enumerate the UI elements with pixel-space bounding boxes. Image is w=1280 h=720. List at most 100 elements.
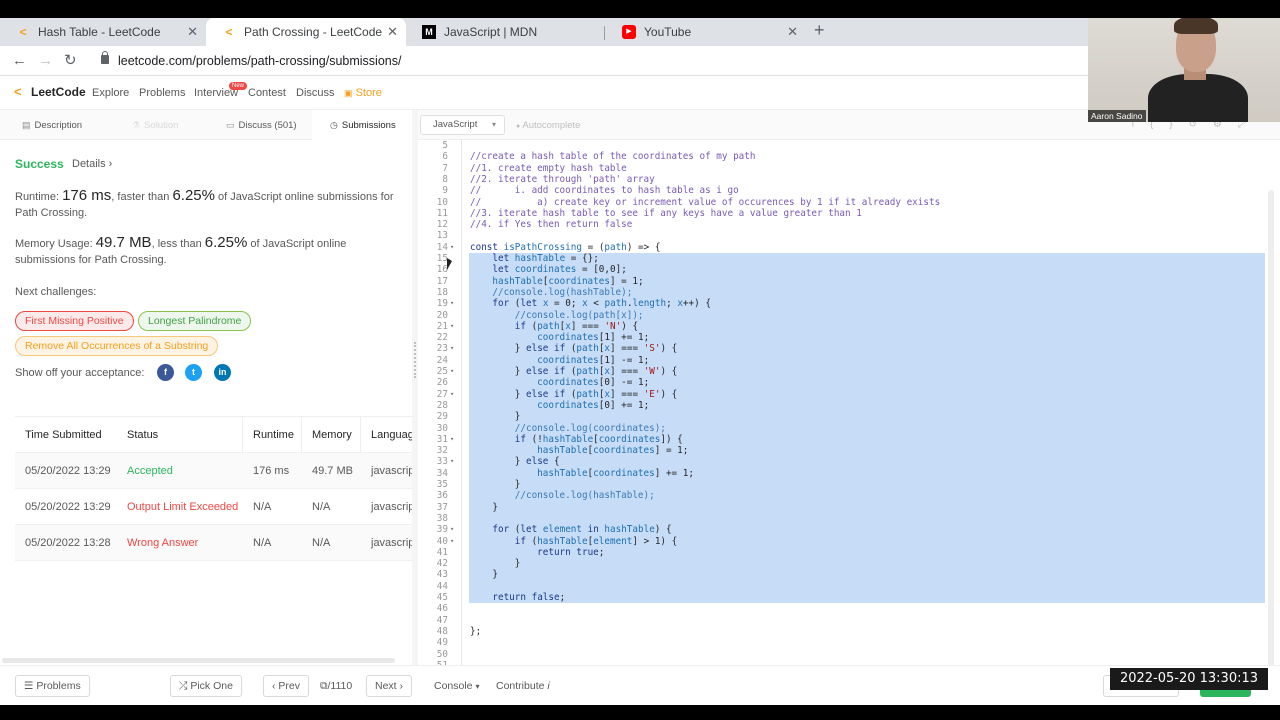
- tab-solution[interactable]: ⚗ Solution: [132, 120, 178, 131]
- header-language[interactable]: Languag: [371, 429, 414, 441]
- fold-arrow-icon[interactable]: ▾: [450, 321, 454, 332]
- fold-arrow-icon[interactable]: ▾: [450, 389, 454, 400]
- code-text: } else if (path[x] === 'S') {: [514, 343, 678, 355]
- lock-icon: [101, 51, 109, 64]
- fold-arrow-icon[interactable]: ▾: [450, 434, 454, 445]
- next-button[interactable]: Next ›: [366, 675, 413, 697]
- memory-label: Memory Usage:: [15, 238, 96, 250]
- tab-discuss[interactable]: ▭ Discuss (501): [226, 120, 297, 131]
- tab-title: JavaScript | MDN: [444, 25, 538, 39]
- nav-contest[interactable]: Contest: [248, 87, 286, 99]
- fold-arrow-icon[interactable]: ▾: [450, 536, 454, 547]
- store-icon: ▣: [344, 88, 353, 98]
- leetcode-logo[interactable]: < LeetCode: [14, 85, 86, 100]
- description-icon: ▤: [22, 120, 31, 130]
- autocomplete-icon: ●: [516, 123, 521, 130]
- prev-button[interactable]: ‹ Prev: [263, 675, 310, 697]
- fold-arrow-icon[interactable]: ▾: [450, 343, 454, 354]
- header-memory[interactable]: Memory: [312, 429, 352, 441]
- nav-problems[interactable]: Problems: [139, 87, 185, 99]
- table-row[interactable]: 05/20/2022 13:29 Accepted 176 ms 49.7 MB…: [15, 453, 414, 489]
- browser-tab-path-crossing[interactable]: < Path Crossing - LeetCode ✕: [206, 18, 406, 46]
- code-text: //2. iterate through 'path' array: [470, 173, 655, 185]
- header-status[interactable]: Status: [127, 429, 158, 441]
- prev-label: Prev: [278, 680, 301, 692]
- cell-status-link[interactable]: Wrong Answer: [127, 537, 198, 549]
- line-number: 41: [436, 546, 448, 558]
- header-runtime[interactable]: Runtime: [253, 429, 294, 441]
- code-line: 41 return true;: [418, 547, 1280, 558]
- nav-explore[interactable]: Explore: [92, 87, 129, 99]
- reload-icon[interactable]: ↻: [64, 52, 77, 70]
- code-line: 19 ▾ for (let x = 0; x < path.length; x++…: [418, 298, 1280, 309]
- details-link[interactable]: Details ›: [72, 158, 112, 170]
- contribute-link[interactable]: Contribute i: [496, 680, 550, 692]
- code-text: coordinates[1] += 1;: [537, 332, 650, 344]
- table-row[interactable]: 05/20/2022 13:28 Wrong Answer N/A N/A ja…: [15, 525, 414, 561]
- back-arrow-icon[interactable]: ←: [12, 52, 27, 70]
- tab-label: Description: [34, 120, 83, 131]
- code-area[interactable]: 5 6 //create a hash table of the coordinat…: [418, 140, 1280, 671]
- table-row[interactable]: 05/20/2022 13:29 Output Limit Exceeded N…: [15, 489, 414, 525]
- problem-counter: ⧉/1110: [320, 680, 352, 693]
- pick-one-button[interactable]: ⤮ Pick One: [170, 675, 242, 697]
- twitter-icon[interactable]: t: [185, 364, 202, 381]
- browser-tab-youtube[interactable]: ▶ YouTube ✕: [606, 18, 806, 46]
- problems-button[interactable]: ☰ Problems: [15, 675, 90, 697]
- code-line: 29 }: [418, 411, 1280, 422]
- line-number: 22: [436, 332, 448, 344]
- page-total: /1110: [327, 680, 353, 692]
- column-divider: [242, 417, 243, 453]
- drag-handle-icon[interactable]: [414, 342, 416, 378]
- code-text: //3. iterate hash table to see if any ke…: [470, 207, 862, 219]
- code-text: return false;: [492, 592, 566, 603]
- cell-status-link[interactable]: Output Limit Exceeded: [127, 501, 238, 513]
- vertical-scrollbar[interactable]: [1268, 190, 1274, 670]
- language-select[interactable]: JavaScript ▾: [420, 115, 505, 135]
- browser-tab-hash-table[interactable]: < Hash Table - LeetCode ✕: [0, 18, 206, 46]
- code-text: //1. create empty hash table: [470, 162, 627, 174]
- header-time[interactable]: Time Submitted: [25, 429, 102, 441]
- challenge-first-missing-positive[interactable]: First Missing Positive: [15, 311, 134, 331]
- leetcode-icon: <: [19, 25, 27, 39]
- close-icon[interactable]: ✕: [387, 25, 398, 39]
- fold-arrow-icon[interactable]: ▾: [450, 242, 454, 253]
- facebook-icon[interactable]: f: [157, 364, 174, 381]
- browser-tab-mdn[interactable]: M JavaScript | MDN: [406, 18, 606, 46]
- challenge-longest-palindrome[interactable]: Longest Palindrome: [138, 311, 252, 331]
- forward-arrow-icon[interactable]: →: [38, 52, 53, 70]
- linkedin-icon[interactable]: in: [214, 364, 231, 381]
- tab-description[interactable]: ▤ Description: [22, 120, 82, 131]
- code-line: 28 coordinates[0] += 1;: [418, 400, 1280, 411]
- nav-discuss[interactable]: Discuss: [296, 87, 335, 99]
- code-line: 15 let hashTable = {};: [418, 253, 1280, 264]
- fold-arrow-icon[interactable]: ▾: [450, 298, 454, 309]
- code-line: 26 coordinates[0] -= 1;: [418, 377, 1280, 388]
- fold-arrow-icon[interactable]: ▾: [450, 524, 454, 535]
- cell-runtime: N/A: [253, 537, 272, 549]
- tab-submissions[interactable]: ◷ Submissions: [330, 120, 396, 131]
- console-toggle[interactable]: Console ▾: [434, 680, 479, 692]
- cell-status-link[interactable]: Accepted: [127, 465, 173, 477]
- line-number: 42: [436, 558, 448, 570]
- close-icon[interactable]: ✕: [187, 25, 198, 39]
- autocomplete-toggle[interactable]: ● Autocomplete: [516, 120, 580, 131]
- close-icon[interactable]: ✕: [787, 25, 798, 39]
- chevron-left-icon: ‹: [272, 680, 276, 692]
- code-line: 9 // i. add coordinates to hash table as …: [418, 185, 1280, 196]
- challenge-remove-all-occurrences[interactable]: Remove All Occurrences of a Substring: [15, 336, 219, 356]
- code-line: 10 // a) create key or increment value of…: [418, 197, 1280, 208]
- contribute-label: Contribute: [496, 680, 545, 692]
- horizontal-scrollbar[interactable]: [2, 658, 395, 663]
- fold-arrow-icon[interactable]: ▾: [450, 456, 454, 467]
- nav-store[interactable]: ▣ Store: [344, 87, 382, 99]
- new-tab-button[interactable]: +: [814, 20, 825, 40]
- runtime-percentile: 6.25%: [172, 187, 215, 204]
- code-line: 8 //2. iterate through 'path' array: [418, 174, 1280, 185]
- fold-arrow-icon[interactable]: ▾: [450, 366, 454, 377]
- code-text: return true;: [537, 546, 605, 558]
- code-text: for (let x = 0; x < path.length; x++) {: [492, 298, 711, 310]
- url-field[interactable]: leetcode.com/problems/path-crossing/subm…: [118, 54, 401, 68]
- code-text: for (let element in hashTable) {: [492, 524, 672, 536]
- column-divider: [360, 417, 361, 453]
